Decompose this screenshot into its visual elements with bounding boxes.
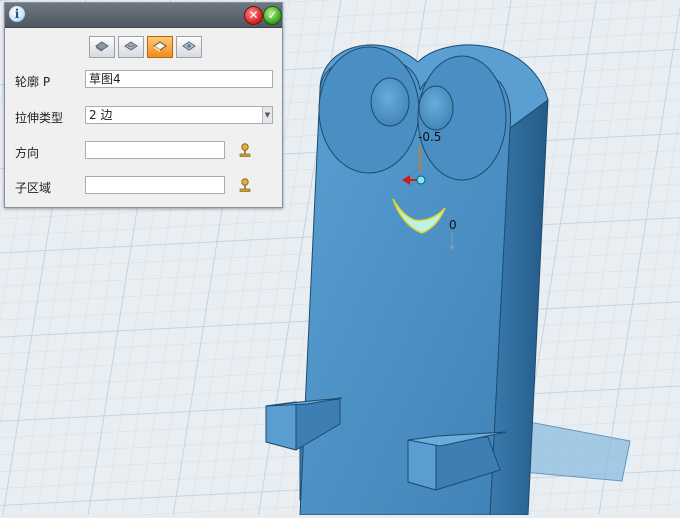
- extrude-intersect-icon: [153, 41, 167, 52]
- extrude-subtract-icon: [124, 41, 138, 51]
- left-pupil: [370, 77, 410, 127]
- extrude-intersect-button[interactable]: [147, 36, 173, 58]
- pick-direction-icon[interactable]: [237, 142, 253, 158]
- extrude-new-body-button[interactable]: [176, 36, 202, 58]
- confirm-button[interactable]: ✓: [263, 6, 282, 25]
- close-icon: ✕: [248, 8, 259, 22]
- sub-region-label: 子区域: [15, 181, 52, 195]
- right-pupil: [418, 85, 454, 131]
- info-icon[interactable]: i: [9, 6, 25, 22]
- extrude-dialog: i ✕ ✓ 轮廓 P 草图4 拉伸类型 2 边 ▼ 方向 子区域: [4, 2, 283, 208]
- drag-handle-point[interactable]: [416, 175, 426, 185]
- extrude-type-label: 拉伸类型: [15, 111, 64, 125]
- extrude-subtract-button[interactable]: [118, 36, 144, 58]
- extrude-add-button[interactable]: [89, 36, 115, 58]
- profile-label: 轮廓 P: [15, 75, 51, 89]
- pick-sub-region-icon[interactable]: [237, 177, 253, 193]
- checkmark-icon: ✓: [267, 8, 278, 22]
- direction-label: 方向: [15, 146, 40, 160]
- sub-region-field[interactable]: [85, 176, 225, 194]
- extrude-new-body-icon: [182, 41, 196, 51]
- direction-field[interactable]: [85, 141, 225, 159]
- cancel-button[interactable]: ✕: [244, 6, 263, 25]
- dimension-label-bottom[interactable]: 0: [449, 218, 457, 232]
- chevron-down-icon[interactable]: ▼: [262, 107, 272, 123]
- extrude-type-value: 2 边: [89, 108, 113, 122]
- profile-field[interactable]: 草图4: [85, 70, 273, 88]
- front-right-bracket-end: [407, 439, 437, 491]
- extrude-type-select[interactable]: 2 边 ▼: [85, 106, 273, 124]
- extrude-add-icon: [95, 41, 109, 52]
- front-left-bracket-end: [265, 401, 297, 451]
- dimension-label-top[interactable]: -0.5: [418, 130, 441, 144]
- dialog-title-bar[interactable]: i ✕ ✓: [5, 3, 282, 28]
